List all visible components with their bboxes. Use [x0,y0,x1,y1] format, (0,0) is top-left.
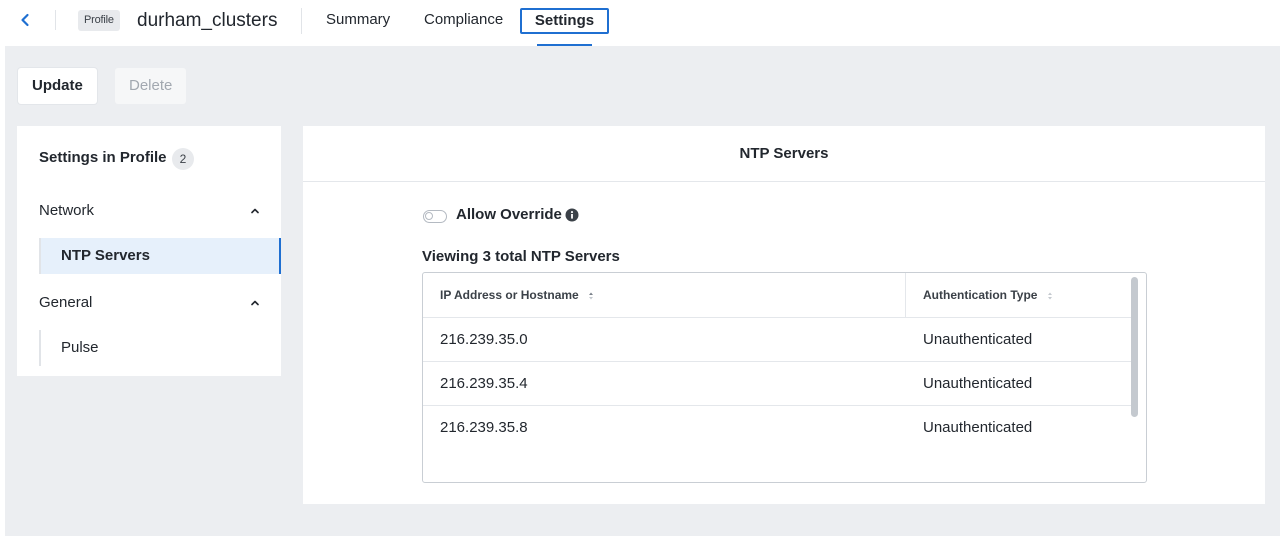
ip-cell: 216.239.35.4 [440,375,528,392]
column-header-auth-type[interactable]: Authentication Type [923,273,1053,317]
header-divider [55,10,56,30]
panel-title: NTP Servers [303,126,1265,182]
tab-settings[interactable]: Settings [520,8,609,34]
auth-type-cell: Unauthenticated [923,331,1033,348]
content-area: Update Delete Settings in Profile 2 Netw… [5,46,1280,536]
page-header: Profile durham_clusters Summary Complian… [0,0,1280,46]
setting-detail-panel: NTP Servers Allow Override Viewing 3 tot… [303,126,1265,504]
sort-icon [1047,292,1052,300]
chevron-up-icon[interactable] [249,298,261,308]
table-row[interactable]: 216.239.35.4 Unauthenticated [423,361,1133,405]
allow-override-toggle[interactable] [423,210,447,223]
sidebar-group-general[interactable]: General [39,294,92,311]
ip-cell: 216.239.35.8 [440,419,528,436]
update-button[interactable]: Update [18,68,97,104]
ip-cell: 216.239.35.0 [440,331,528,348]
sidebar-item-ntp-servers[interactable]: NTP Servers [39,238,281,274]
column-divider [905,273,906,317]
header-divider [301,8,302,34]
chevron-up-icon[interactable] [249,206,261,216]
sort-icon [589,292,594,300]
profile-type-badge: Profile [78,10,120,31]
ntp-servers-table: IP Address or Hostname Authentication Ty… [422,272,1147,483]
table-row[interactable]: 216.239.35.0 Unauthenticated [423,317,1133,361]
settings-count-badge: 2 [172,148,194,170]
allow-override-label: Allow Override [456,206,562,223]
sidebar-title: Settings in Profile [39,149,167,166]
tree-line [39,238,41,274]
sidebar-item-label: NTP Servers [61,247,150,264]
page-title: durham_clusters [137,10,278,31]
column-header-label: IP Address or Hostname [440,288,579,302]
table-row[interactable]: 216.239.35.8 Unauthenticated [423,405,1133,449]
table-scrollbar[interactable] [1131,277,1138,417]
back-button[interactable] [16,10,34,30]
tab-compliance[interactable]: Compliance [424,8,503,34]
chevron-left-icon [21,13,29,27]
sidebar-item-pulse[interactable]: Pulse [39,330,281,366]
column-header-ip[interactable]: IP Address or Hostname [440,273,594,317]
settings-sidebar: Settings in Profile 2 Network NTP Server… [17,126,281,376]
auth-type-cell: Unauthenticated [923,375,1033,392]
auth-type-cell: Unauthenticated [923,419,1033,436]
tab-summary[interactable]: Summary [326,8,390,34]
tree-line [39,330,41,366]
sidebar-item-label: Pulse [61,339,99,356]
active-item-indicator [279,238,281,274]
toggle-knob [425,212,433,220]
sidebar-group-network[interactable]: Network [39,202,94,219]
column-header-label: Authentication Type [923,288,1038,302]
table-summary-text: Viewing 3 total NTP Servers [422,248,620,265]
delete-button: Delete [115,68,187,104]
info-icon[interactable] [565,208,579,222]
